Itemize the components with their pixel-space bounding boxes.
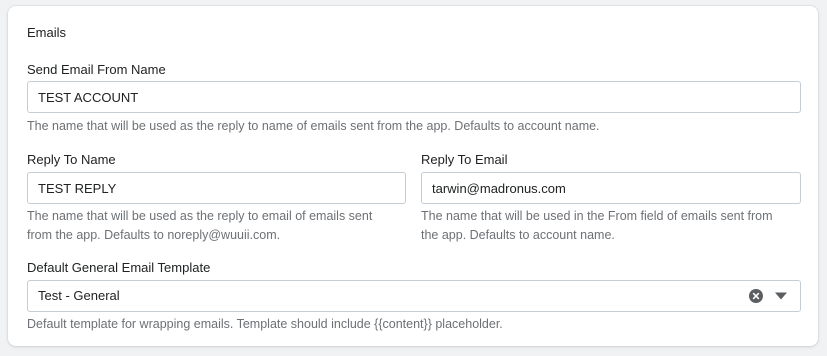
reply-to-email-field-wrapper: [421, 172, 801, 204]
reply-to-name-help-line-1: The name that will be used as the reply …: [27, 209, 373, 223]
send-from-name-label: Send Email From Name: [27, 62, 166, 77]
send-from-name-help: The name that will be used as the reply …: [27, 119, 600, 133]
template-help: Default template for wrapping emails. Te…: [27, 317, 503, 331]
reply-to-name-field-wrapper: [27, 172, 406, 204]
reply-to-name-label: Reply To Name: [27, 152, 116, 167]
template-select[interactable]: Test - General: [27, 280, 801, 312]
reply-to-email-help-line-1: The name that will be used in the From f…: [421, 209, 773, 223]
section-title: Emails: [27, 25, 67, 40]
send-from-name-field-wrapper: [27, 81, 801, 113]
reply-to-email-label: Reply To Email: [421, 152, 508, 167]
clear-circle-icon[interactable]: [749, 289, 763, 303]
triangle-down-icon[interactable]: [774, 291, 788, 301]
send-from-name-input[interactable]: [28, 82, 788, 112]
template-selected-value: Test - General: [38, 288, 120, 303]
reply-to-name-help-line-2: from the app. Defaults to noreply@wuuii.…: [27, 228, 281, 242]
emails-settings-card: Emails Send Email From Name The name tha…: [8, 6, 818, 346]
template-label: Default General Email Template: [27, 260, 211, 275]
reply-to-name-help: The name that will be used as the reply …: [27, 207, 372, 245]
reply-to-email-help-line-2: the app. Defaults to account name.: [421, 228, 615, 242]
reply-to-email-help: The name that will be used in the From f…: [421, 207, 773, 245]
reply-to-email-input[interactable]: [422, 173, 788, 203]
reply-to-name-input[interactable]: [28, 173, 393, 203]
